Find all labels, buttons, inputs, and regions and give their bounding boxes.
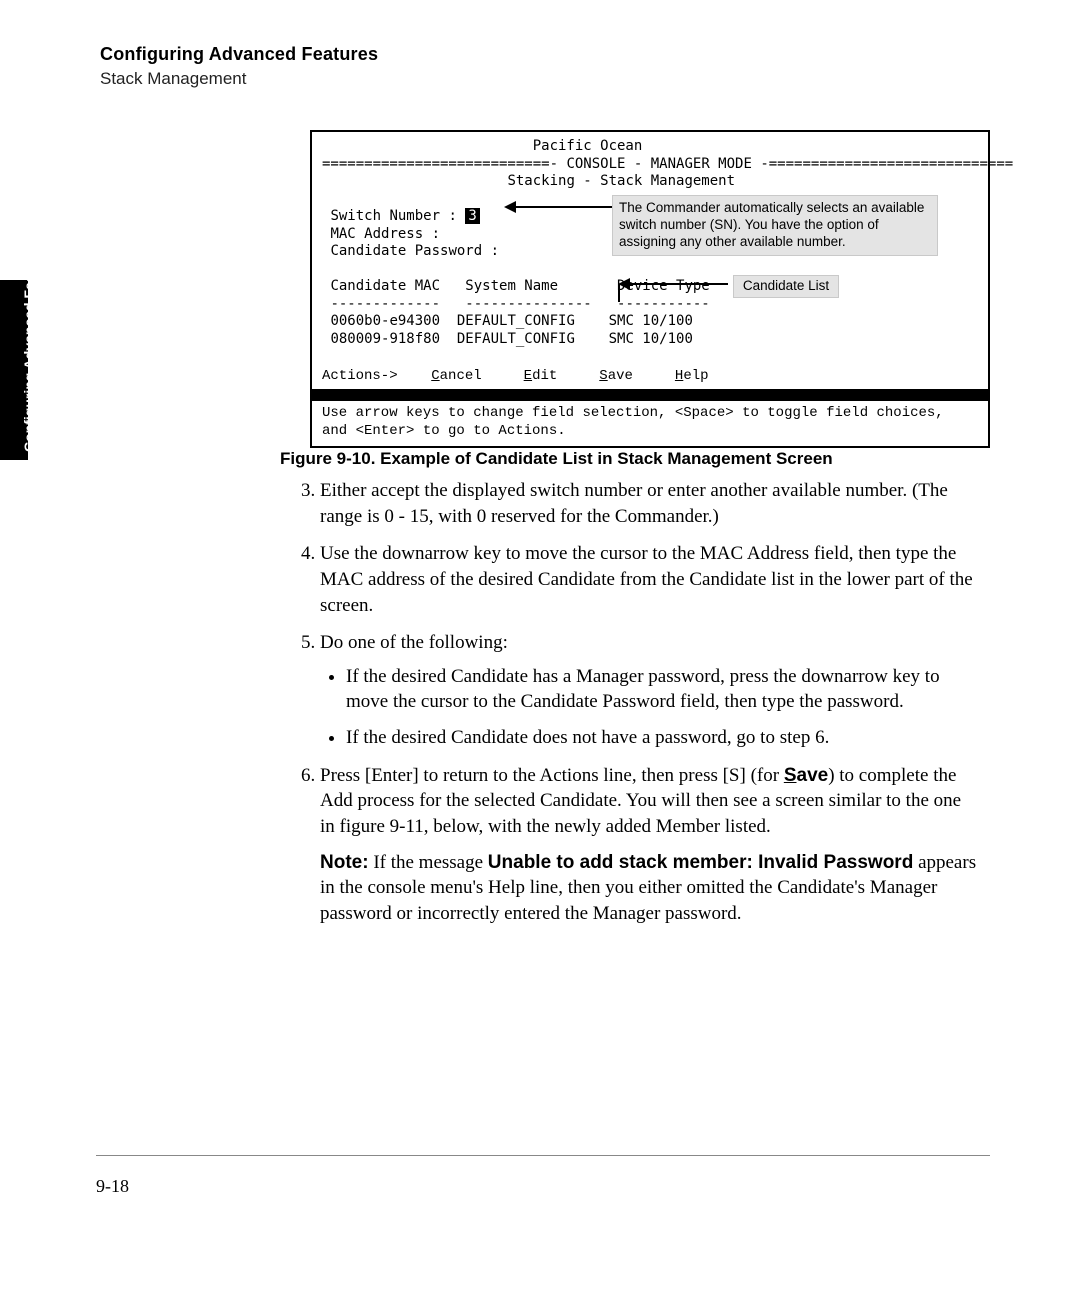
action-help: H bbox=[675, 368, 683, 384]
error-message: Unable to add stack member: Invalid Pass… bbox=[488, 852, 914, 873]
page-header: Configuring Advanced Features Stack Mana… bbox=[100, 42, 378, 91]
arrow-icon bbox=[628, 283, 728, 285]
action-cancel: C bbox=[431, 368, 439, 384]
note-label: Note: bbox=[320, 852, 369, 873]
console-divider bbox=[312, 389, 988, 401]
step-3: Either accept the displayed switch numbe… bbox=[320, 478, 980, 529]
footer-rule bbox=[96, 1155, 990, 1156]
header-subtitle: Stack Management bbox=[100, 68, 378, 91]
header-title: Configuring Advanced Features bbox=[100, 42, 378, 66]
arrow-icon bbox=[514, 206, 612, 208]
callout-commander: The Commander automatically selects an a… bbox=[612, 195, 938, 256]
section-tab: Configuring Advanced Features bbox=[0, 280, 28, 460]
action-save: S bbox=[599, 368, 607, 384]
step-5-bullet-1: If the desired Candidate has a Manager p… bbox=[346, 664, 980, 715]
step-4: Use the downarrow key to move the cursor… bbox=[320, 541, 980, 618]
action-edit: E bbox=[524, 368, 532, 384]
step-5: Do one of the following: If the desired … bbox=[320, 630, 980, 751]
console-screenshot: Pacific Ocean ==========================… bbox=[310, 130, 990, 448]
actions-line: Actions-> Cancel Edit Save Help bbox=[312, 366, 988, 388]
switch-number-value: 3 bbox=[465, 208, 479, 224]
body-content: Either accept the displayed switch numbe… bbox=[280, 478, 980, 939]
step-6: Press [Enter] to return to the Actions l… bbox=[320, 763, 980, 927]
step-5-bullet-2: If the desired Candidate does not have a… bbox=[346, 725, 980, 751]
console-hints: Use arrow keys to change field selection… bbox=[312, 401, 988, 446]
section-tab-label: Configuring Advanced Features bbox=[20, 240, 39, 452]
page-number: 9-18 bbox=[96, 1174, 129, 1198]
callout-candidate-list: Candidate List bbox=[733, 275, 839, 298]
figure-caption: Figure 9-10. Example of Candidate List i… bbox=[280, 448, 833, 471]
